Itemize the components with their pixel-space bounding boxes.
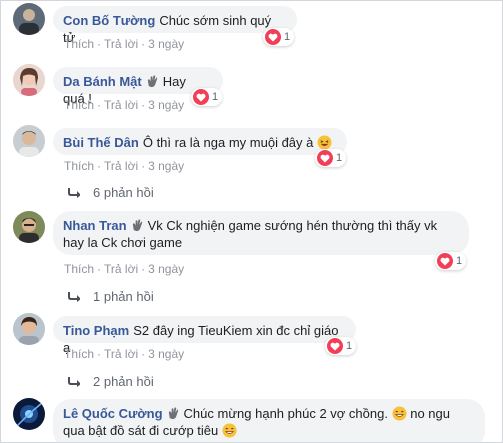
reply-arrow-icon [68, 376, 80, 387]
avatar[interactable] [13, 313, 45, 345]
avatar[interactable] [13, 125, 45, 157]
replies-count: 6 phản hồi [93, 185, 154, 200]
reply-link[interactable]: Trả lời [104, 159, 138, 173]
comment-author[interactable]: Bùi Thế Dân [63, 135, 139, 150]
reply-link[interactable]: Trả lời [104, 262, 138, 276]
reaction-count: 1 [456, 255, 463, 267]
comment-actions: Thích · Trả lời · 3 ngày [64, 159, 185, 173]
comment-author[interactable]: Con Bố Tường [63, 13, 155, 28]
comment-time[interactable]: 3 ngày [148, 37, 184, 51]
reply-link[interactable]: Trả lời [104, 347, 138, 361]
reply-link[interactable]: Trả lời [104, 98, 138, 112]
comments-panel: Con Bố Tường Chúc sớm sinh quý tử 1 Thích… [0, 0, 503, 443]
laughing-emoji-icon [317, 135, 332, 150]
comment-bubble: Nhan Tran Vk Ck nghiện game sướng hén thư… [53, 211, 469, 255]
comment-actions: Thích · Trả lời · 3 ngày [64, 98, 185, 112]
view-replies-link[interactable]: 1 phản hồi [68, 289, 154, 304]
comment-author[interactable]: Tino Phạm [63, 323, 129, 338]
reply-arrow-icon [68, 187, 80, 198]
heart-icon [265, 29, 281, 45]
reply-link[interactable]: Trả lời [104, 37, 138, 51]
avatar[interactable] [13, 211, 45, 243]
replies-count: 2 phản hồi [93, 374, 154, 389]
reaction-badge[interactable]: 1 [435, 252, 467, 270]
comment-bubble: Bùi Thế Dân Ô thì ra là nga my muội đây à [53, 128, 347, 155]
heart-icon [437, 253, 453, 269]
grinning-emoji-icon [222, 423, 237, 438]
comment-author[interactable]: Da Bánh Mật [63, 74, 142, 89]
comment-time[interactable]: 3 ngày [148, 262, 184, 276]
view-replies-link[interactable]: 2 phản hồi [68, 374, 154, 389]
wave-icon [168, 407, 178, 420]
comment-actions: Thích · Trả lời · 3 ngày [64, 37, 185, 51]
comment-text: Ô thì ra là nga my muội đây à [142, 135, 314, 150]
reaction-count: 1 [212, 91, 219, 103]
avatar[interactable] [13, 3, 45, 35]
comment-text-line2: hay la Ck chơi game [63, 235, 183, 250]
heart-icon [327, 338, 343, 354]
comment-actions: Thích · Trả lời · 3 ngày [64, 347, 185, 361]
view-replies-link[interactable]: 6 phản hồi [68, 185, 154, 200]
like-link[interactable]: Thích [64, 347, 94, 361]
comment-text-line2: qua bật đồ sát đi cướp tiêu [63, 423, 219, 438]
like-link[interactable]: Thích [64, 37, 94, 51]
comment-time[interactable]: 3 ngày [148, 347, 184, 361]
reaction-count: 1 [284, 31, 291, 43]
comment-text: Chúc mừng hạnh phúc 2 vợ chồng. [183, 406, 388, 421]
like-link[interactable]: Thích [64, 98, 94, 112]
comment-time[interactable]: 3 ngày [148, 159, 184, 173]
comment-text-b: no ngu [410, 406, 450, 421]
like-link[interactable]: Thích [64, 262, 94, 276]
comment-author[interactable]: Lê Quốc Cường [63, 406, 163, 421]
wave-icon [147, 75, 157, 88]
comment-text: Vk Ck nghiện game sướng hén thường thì t… [147, 218, 438, 233]
avatar[interactable] [13, 64, 45, 96]
wave-icon [132, 219, 142, 232]
comment-bubble: Lê Quốc Cường Chúc mừng hạnh phúc 2 vợ ch… [53, 399, 485, 442]
comment-actions: Thích · Trả lời · 3 ngày [64, 262, 185, 276]
reaction-badge[interactable]: 1 [325, 337, 357, 355]
comment-author[interactable]: Nhan Tran [63, 218, 127, 233]
heart-icon [193, 89, 209, 105]
heart-icon [317, 150, 333, 166]
reaction-badge[interactable]: 1 [191, 88, 223, 106]
comment-bubble: Con Bố Tường Chúc sớm sinh quý tử [53, 6, 297, 45]
avatar[interactable] [13, 398, 45, 430]
grinning-emoji-icon [392, 406, 407, 421]
like-link[interactable]: Thích [64, 159, 94, 173]
reaction-badge[interactable]: 1 [263, 28, 295, 46]
reaction-badge[interactable]: 1 [315, 149, 347, 167]
reply-arrow-icon [68, 291, 80, 302]
comment-bubble: Tino Phạm S2 đây ing TieuKiem xin đc chỉ … [53, 316, 356, 355]
comment-time[interactable]: 3 ngày [148, 98, 184, 112]
replies-count: 1 phản hồi [93, 289, 154, 304]
reaction-count: 1 [336, 152, 343, 164]
reaction-count: 1 [346, 340, 353, 352]
